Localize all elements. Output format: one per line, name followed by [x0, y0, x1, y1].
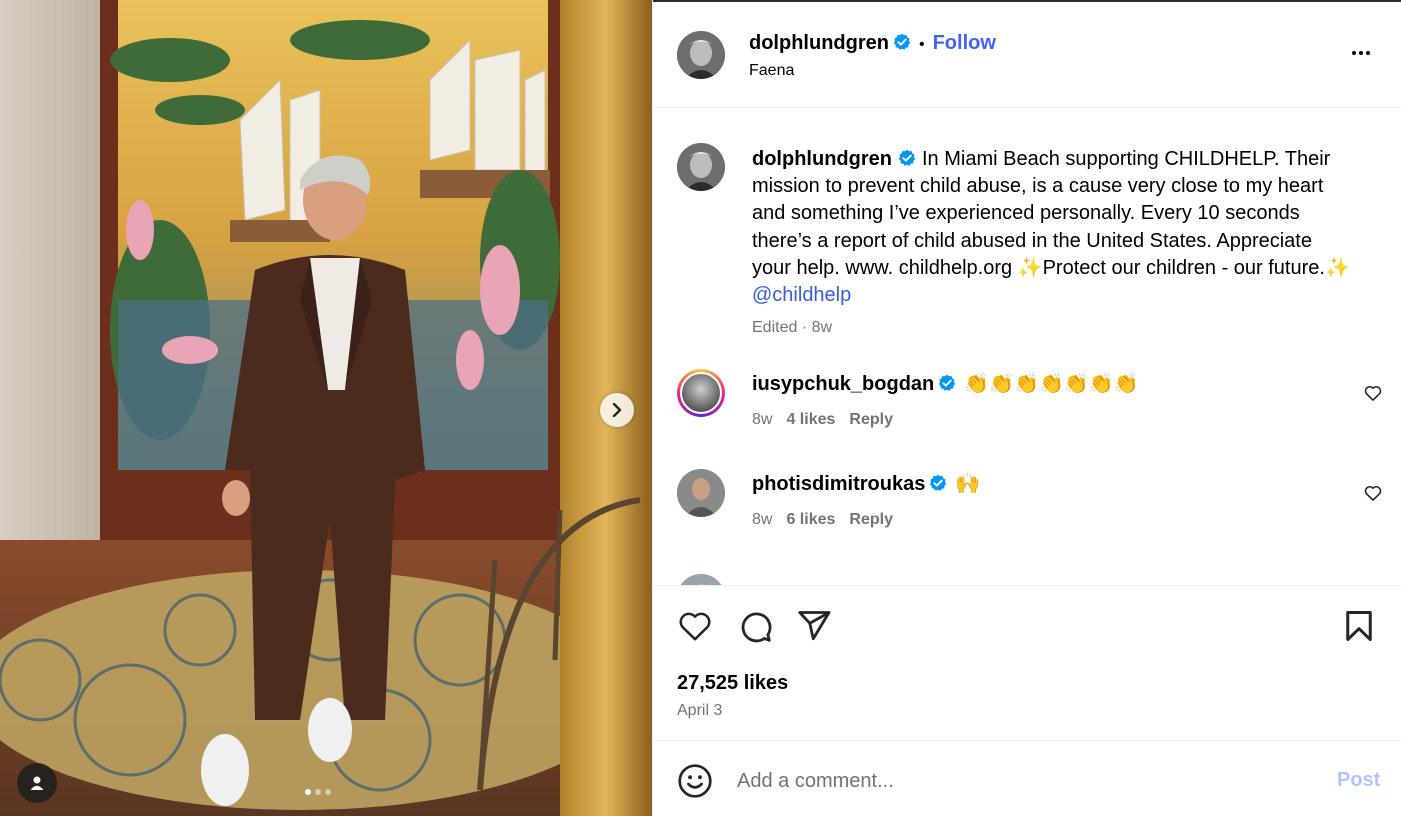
comment-username[interactable]: iusypchuk_bogdan [752, 373, 934, 395]
follow-button[interactable]: Follow [933, 32, 996, 54]
comments-section[interactable]: dolphlundgren In Miami Beach supporting … [653, 108, 1401, 585]
chevron-right-icon [612, 403, 622, 417]
author-avatar[interactable] [677, 31, 725, 79]
post-caption: dolphlundgren In Miami Beach supporting … [752, 146, 1352, 309]
slide-dot-1 [305, 789, 311, 795]
comment-text: 👏👏👏👏👏👏👏 [964, 373, 1139, 395]
comment-body: iusypchuk_bogdan 👏👏👏👏👏👏👏 [752, 371, 1139, 396]
header-separator: • [918, 36, 925, 53]
caption-author-avatar-image [677, 143, 725, 191]
commenter-avatar[interactable] [677, 369, 725, 417]
post-photo [0, 0, 652, 816]
post-comment-button[interactable]: Post [1337, 769, 1380, 792]
slide-indicator [305, 789, 331, 795]
heart-icon[interactable] [1363, 483, 1383, 503]
comment-meta: 8w 6 likes Reply [752, 511, 893, 529]
bookmark-icon [1346, 611, 1372, 641]
more-horizontal-icon [1352, 51, 1356, 55]
commenter-avatar[interactable] [677, 574, 725, 585]
post-media[interactable] [0, 0, 652, 816]
caption-author-avatar[interactable] [677, 143, 725, 191]
commenter-avatar-image [680, 372, 722, 414]
post-actions: 27,525 likes April 3 [653, 585, 1401, 741]
comment-input[interactable] [737, 765, 1297, 797]
verified-badge-icon [898, 149, 916, 166]
caption-mention-link[interactable]: @childhelp [752, 284, 851, 306]
comment-icon [741, 612, 772, 643]
author-line: dolphlundgren • Follow [749, 30, 996, 58]
comment-row-partial [653, 574, 1401, 585]
caption-meta: Edited · 8w [752, 319, 833, 336]
share-button[interactable] [794, 606, 834, 646]
verified-badge-icon [893, 33, 911, 50]
comment-username[interactable]: photisdimitroukas [752, 473, 925, 495]
more-dot [1366, 51, 1370, 55]
comment-button[interactable] [735, 606, 775, 646]
more-options-button[interactable] [1348, 40, 1374, 66]
comment-body: photisdimitroukas 🙌 [752, 471, 980, 496]
post-header: dolphlundgren • Follow Faena [653, 2, 1401, 108]
post-side-panel: dolphlundgren • Follow Faena dolphlundgr… [652, 0, 1401, 816]
tagged-users-button[interactable] [17, 763, 57, 803]
heart-icon [679, 612, 711, 641]
comment-meta: 8w 4 likes Reply [752, 411, 893, 429]
emoji-icon[interactable] [677, 763, 713, 799]
save-button[interactable] [1339, 606, 1379, 646]
commenter-avatar-image [677, 574, 725, 585]
reply-button[interactable]: Reply [849, 511, 893, 528]
verified-badge-icon [939, 374, 956, 391]
slide-dot-2 [315, 789, 321, 795]
heart-icon[interactable] [1363, 383, 1383, 403]
like-button[interactable] [675, 606, 715, 646]
slide-dot-3 [325, 789, 331, 795]
comment-age: 8w [752, 411, 773, 428]
likes-count[interactable]: 27,525 likes [677, 672, 788, 695]
share-icon [798, 611, 831, 641]
comment-likes[interactable]: 6 likes [786, 511, 835, 528]
next-slide-button[interactable] [600, 393, 634, 427]
verified-badge-icon [930, 474, 947, 491]
commenter-avatar-image [677, 469, 725, 517]
comment-row: iusypchuk_bogdan 👏👏👏👏👏👏👏 8w 4 likes Reply [653, 369, 1401, 459]
post-date: April 3 [677, 702, 723, 719]
commenter-avatar[interactable] [677, 469, 725, 517]
author-username[interactable]: dolphlundgren [749, 32, 889, 54]
more-dot [1359, 51, 1363, 55]
user-tag-icon [30, 776, 44, 790]
post-location[interactable]: Faena [749, 62, 794, 80]
comment-age: 8w [752, 511, 773, 528]
author-avatar-image [677, 31, 725, 79]
comment-row: photisdimitroukas 🙌 8w 6 likes Reply [653, 469, 1401, 559]
reply-button[interactable]: Reply [849, 411, 893, 428]
comment-composer: Post [653, 741, 1401, 816]
comment-likes[interactable]: 4 likes [786, 411, 835, 428]
instagram-post-view: dolphlundgren • Follow Faena dolphlundgr… [0, 0, 1401, 816]
caption-username[interactable]: dolphlundgren [752, 148, 892, 170]
comment-text: 🙌 [955, 473, 981, 495]
